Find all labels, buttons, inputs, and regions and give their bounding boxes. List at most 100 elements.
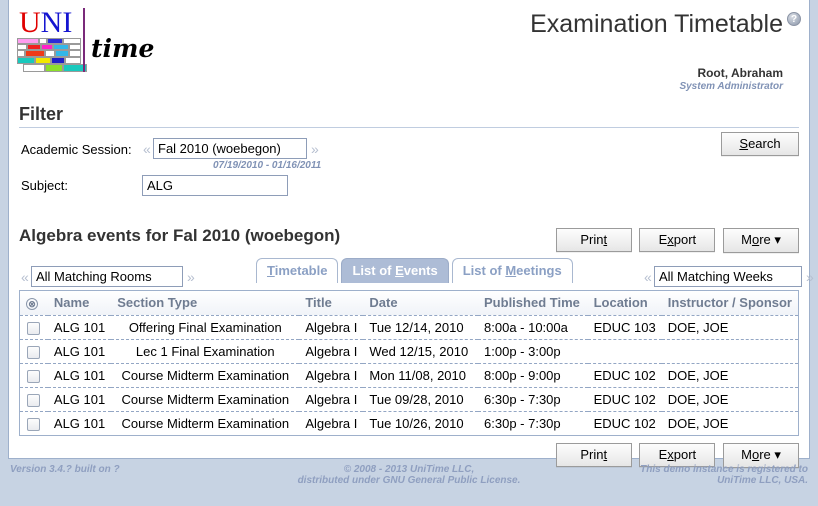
more-button-top-pre: M <box>741 232 752 247</box>
logo-letters-ni: NI <box>40 6 73 39</box>
results-title: Algebra events for Fal 2010 (woebegon) <box>19 226 341 245</box>
row-checkbox[interactable] <box>27 322 41 336</box>
cell-instructor: DOE, JOE <box>661 363 798 389</box>
weeks-filter-next-icon[interactable]: » <box>806 269 814 285</box>
cell-section-type: Offering Final Examination <box>111 315 300 341</box>
print-button-bottom-pre: Prin <box>580 447 604 463</box>
search-button-label: earch <box>748 136 781 151</box>
row-checkbox-cell[interactable] <box>20 387 48 413</box>
cell-published-time: 6:30p - 7:30p <box>478 411 588 436</box>
column-header-title[interactable]: Title <box>299 291 364 316</box>
row-checkbox[interactable] <box>27 370 41 384</box>
table-row[interactable]: ALG 101 Course Midterm Examination Algeb… <box>20 387 798 413</box>
cell-published-time: 8:00p - 9:00p <box>478 363 588 389</box>
logo-time-text: time <box>91 34 155 63</box>
column-header-date[interactable]: Date <box>363 291 479 316</box>
cell-name: ALG 101 <box>47 363 112 389</box>
cell-location: EDUC 102 <box>587 387 662 413</box>
user-role: System Administrator <box>679 81 783 92</box>
footer-registration-line2: UniTime LLC, USA. <box>717 475 808 486</box>
cell-name: ALG 101 <box>47 411 112 436</box>
rooms-filter-input[interactable] <box>31 266 183 287</box>
logo-grid-graphic <box>17 38 87 72</box>
tabs-row: « » Timetable List of Events List of Mee… <box>9 258 814 290</box>
row-checkbox-cell[interactable] <box>20 411 48 436</box>
tab-list-of-events-pre: List of <box>352 263 396 278</box>
row-checkbox-cell[interactable] <box>20 363 48 389</box>
print-button-top[interactable]: Print <box>555 228 632 252</box>
table-header-row: ⊗ Name Section Type Title Date Published… <box>20 291 798 316</box>
unitime-logo: UNI time <box>15 6 154 72</box>
cell-section-type: Course Midterm Examination <box>111 387 300 413</box>
table-row[interactable]: ALG 101 Course Midterm Examination Algeb… <box>20 411 798 436</box>
more-button-bottom-post: re ▾ <box>759 447 781 463</box>
cell-location <box>587 339 662 365</box>
row-checkbox-cell[interactable] <box>20 339 48 365</box>
table-row[interactable]: ALG 101 Course Midterm Examination Algeb… <box>20 363 798 389</box>
cell-instructor: DOE, JOE <box>661 315 798 341</box>
help-icon[interactable]: ? <box>787 12 801 26</box>
events-table-head: ⊗ Name Section Type Title Date Published… <box>20 291 798 316</box>
cell-name: ALG 101 <box>47 339 112 365</box>
cell-title: Algebra I <box>299 339 364 365</box>
cell-date: Mon 11/08, 2010 <box>363 363 479 389</box>
more-button-bottom-pre: M <box>741 447 752 463</box>
subject-label: Subject: <box>21 178 68 193</box>
tab-timetable-post: imetable <box>274 263 328 278</box>
tab-list-of-events[interactable]: List of Events <box>341 258 449 283</box>
academic-session-next-icon[interactable]: » <box>311 141 319 157</box>
cell-date: Tue 09/28, 2010 <box>363 387 479 413</box>
print-button-bottom-accesskey: t <box>603 447 608 463</box>
top-action-buttons: Print Export More ▾ <box>552 228 799 253</box>
row-checkbox-cell[interactable] <box>20 315 48 341</box>
cell-location: EDUC 102 <box>587 411 662 436</box>
user-info: Root, Abraham System Administrator <box>679 66 783 92</box>
events-table-body: ALG 101 Offering Final Examination Algeb… <box>20 315 798 436</box>
export-button-bottom-post: port <box>673 447 697 463</box>
export-button-top-pre: E <box>658 232 668 247</box>
cell-title: Algebra I <box>299 411 364 436</box>
cell-title: Algebra I <box>299 387 364 413</box>
column-header-location[interactable]: Location <box>587 291 662 316</box>
weeks-filter-input[interactable] <box>654 266 802 287</box>
column-header-name[interactable]: Name <box>47 291 112 316</box>
row-checkbox[interactable] <box>27 394 41 408</box>
table-row[interactable]: ALG 101 Offering Final Examination Algeb… <box>20 315 798 341</box>
cell-instructor: DOE, JOE <box>661 387 798 413</box>
more-button-top[interactable]: More ▾ <box>723 228 799 253</box>
weeks-filter-prev-icon[interactable]: « <box>644 269 652 285</box>
cell-section-type: Course Midterm Examination <box>111 411 300 436</box>
cell-published-time: 6:30p - 7:30p <box>478 387 588 413</box>
column-header-section-type[interactable]: Section Type <box>111 291 300 316</box>
column-header-published-time[interactable]: Published Time <box>478 291 588 316</box>
export-button-top[interactable]: Export <box>639 228 716 252</box>
filter-section-title: Filter <box>19 104 799 128</box>
academic-session-input[interactable] <box>153 138 307 159</box>
select-all-header[interactable]: ⊗ <box>20 291 48 316</box>
cell-date: Tue 10/26, 2010 <box>363 411 479 436</box>
academic-session-prev-icon[interactable]: « <box>143 141 151 157</box>
cell-instructor <box>661 339 798 365</box>
cell-date: Tue 12/14, 2010 <box>363 315 479 341</box>
deselect-all-icon[interactable]: ⊗ <box>26 297 38 310</box>
tab-timetable[interactable]: Timetable <box>256 258 339 283</box>
page-title: Examination Timetable <box>530 10 783 38</box>
tab-list-of-meetings-post: eetings <box>516 263 562 278</box>
row-checkbox[interactable] <box>27 346 41 360</box>
rooms-filter-prev-icon[interactable]: « <box>21 269 29 285</box>
column-header-instructor[interactable]: Instructor / Sponsor <box>661 291 798 316</box>
tab-list-of-meetings[interactable]: List of Meetings <box>451 258 573 283</box>
table-row[interactable]: ALG 101 Lec 1 Final Examination Algebra … <box>20 339 798 365</box>
subject-input[interactable] <box>142 175 288 196</box>
cell-location: EDUC 103 <box>587 315 662 341</box>
search-button[interactable]: Search <box>721 132 799 156</box>
page-footer: Version 3.4.? built on ? © 2008 - 2013 U… <box>8 462 810 506</box>
cell-published-time: 8:00a - 10:00a <box>478 315 588 341</box>
page-container: UNI time Examination Timetable ? Root, A… <box>8 0 814 469</box>
cell-location: EDUC 102 <box>587 363 662 389</box>
footer-registration-line1: This demo instance is registered to <box>640 464 808 475</box>
tab-list-of-meetings-accesskey: M <box>505 263 517 278</box>
row-checkbox[interactable] <box>27 418 41 432</box>
print-button-top-accesskey: t <box>603 232 608 247</box>
rooms-filter-next-icon[interactable]: » <box>187 269 195 285</box>
